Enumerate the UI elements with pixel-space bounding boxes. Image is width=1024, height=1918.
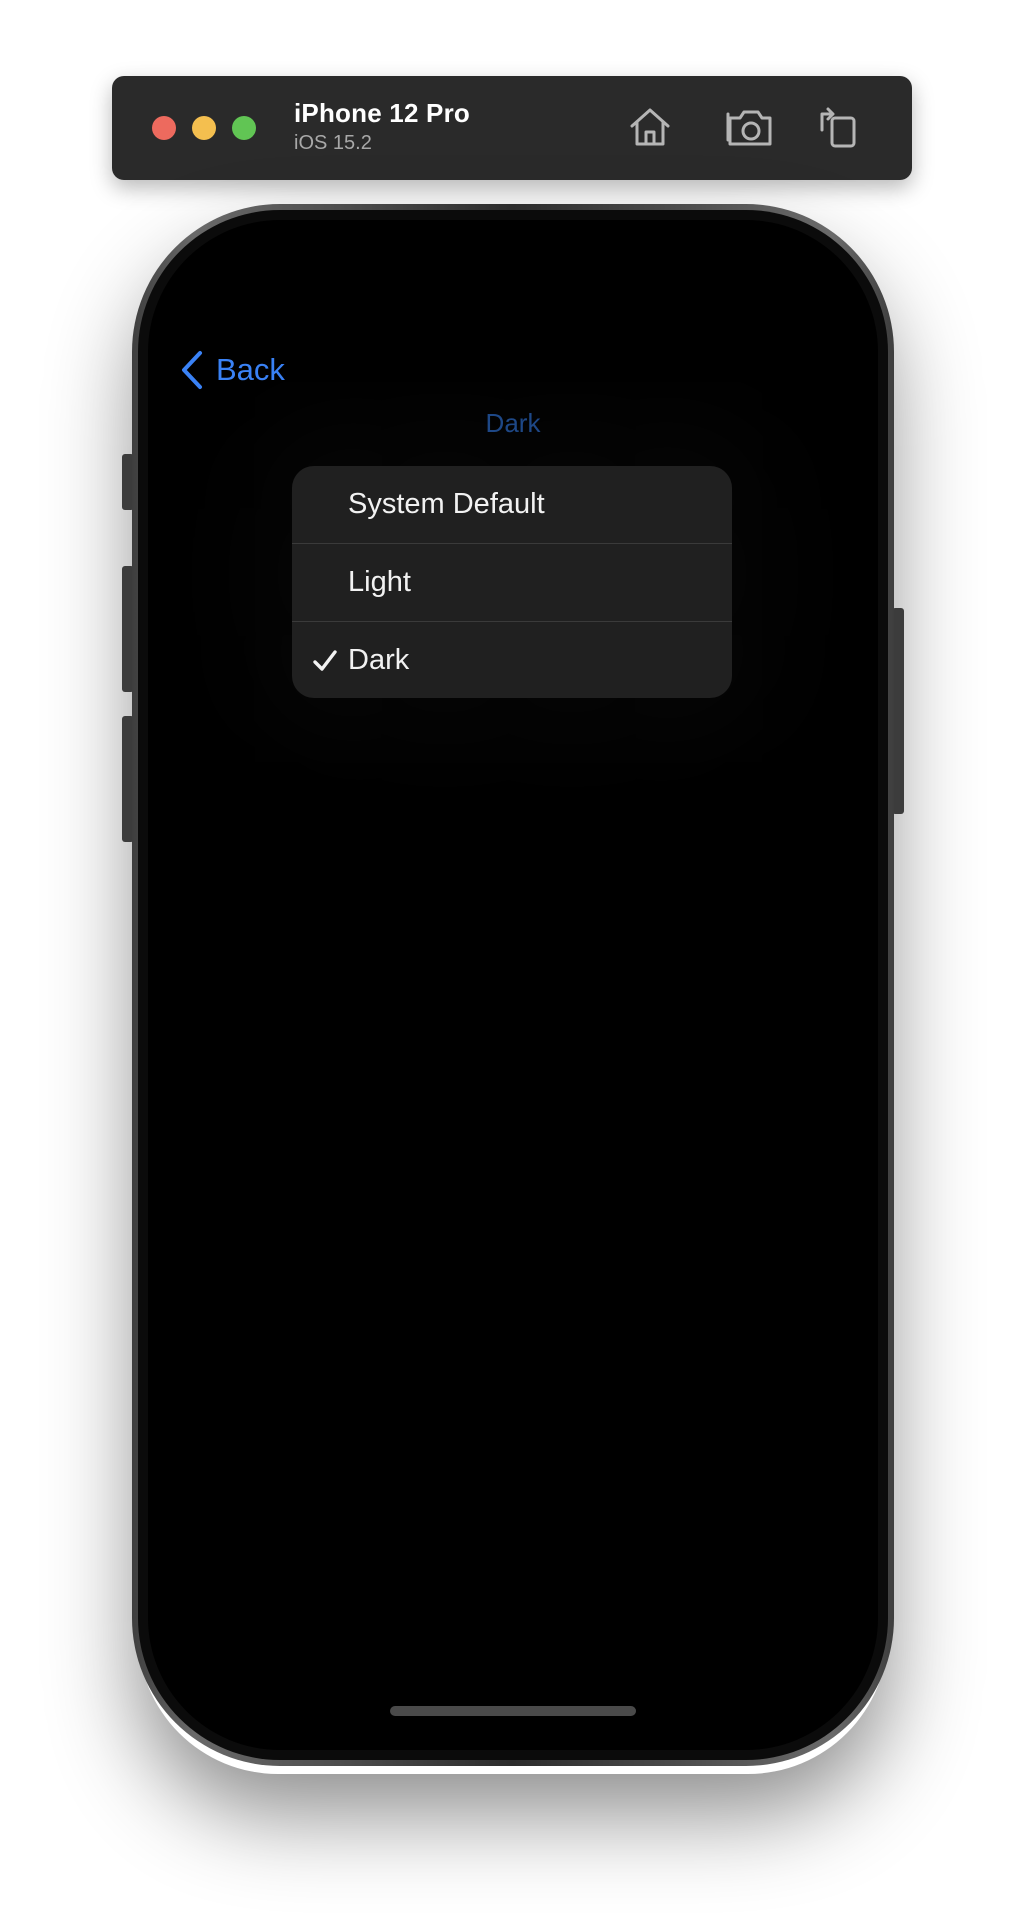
home-button[interactable]: [626, 104, 674, 150]
close-window-button[interactable]: [152, 116, 176, 140]
device-name: iPhone 12 Pro: [294, 98, 470, 128]
back-button[interactable]: Back: [180, 340, 285, 400]
simulator-window: iPhone 12 Pro iOS 15.2 Back Dark System …: [0, 0, 1024, 1918]
screenshot-button[interactable]: [726, 104, 774, 150]
checkmark-icon: [312, 648, 338, 674]
menu-item-label: Light: [348, 566, 411, 598]
screenshot-icon: [726, 104, 774, 150]
back-button-label: Back: [216, 352, 285, 387]
minimize-window-button[interactable]: [192, 116, 216, 140]
os-version: iOS 15.2: [294, 132, 372, 154]
menu-item-label: Dark: [348, 644, 410, 676]
rotate-button[interactable]: [816, 104, 864, 150]
home-icon: [626, 104, 674, 150]
menu-item-label: System Default: [348, 488, 545, 520]
menu-item-system-default[interactable]: System Default: [292, 466, 732, 543]
menu-item-dark[interactable]: Dark: [292, 621, 732, 698]
chevron-left-icon: [180, 350, 204, 390]
rotate-icon: [816, 104, 864, 150]
appearance-menu: System Default Light Dark: [292, 466, 732, 698]
zoom-window-button[interactable]: [232, 116, 256, 140]
home-indicator[interactable]: [390, 1706, 636, 1716]
appearance-picker-value[interactable]: Dark: [148, 408, 878, 439]
menu-item-light[interactable]: Light: [292, 543, 732, 621]
device-screen: Back Dark System Default Light Dark: [148, 220, 878, 1750]
